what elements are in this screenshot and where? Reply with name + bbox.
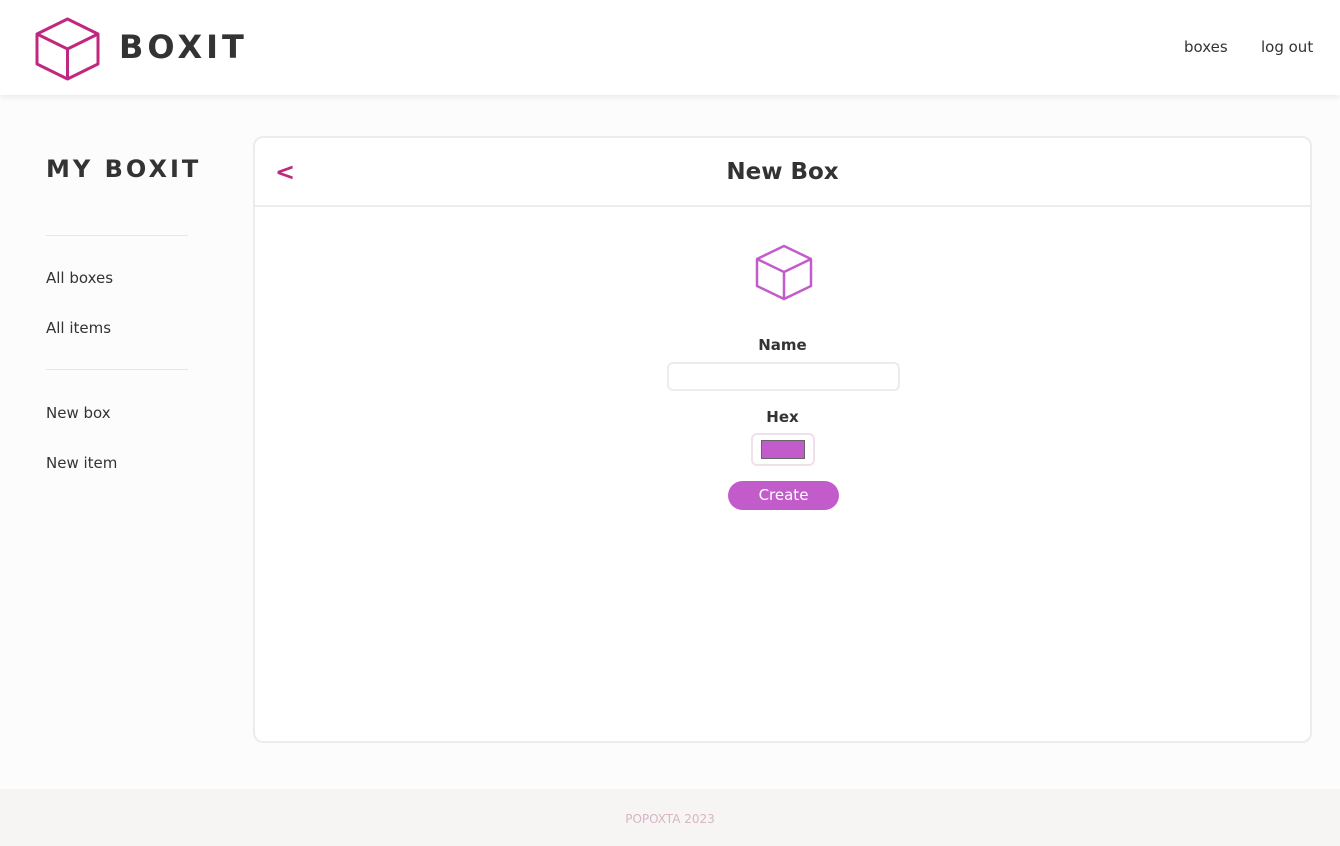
footer: POPOXTA 2023 <box>0 789 1340 846</box>
sidebar-item-new-box[interactable]: New box <box>46 403 111 423</box>
nav-boxes-link[interactable]: boxes <box>1184 37 1228 57</box>
top-header: BOXIT boxes log out <box>0 0 1340 95</box>
create-button[interactable]: Create <box>728 481 839 510</box>
brand-name[interactable]: BOXIT <box>119 28 248 66</box>
sidebar-item-new-item[interactable]: New item <box>46 453 117 473</box>
name-label: Name <box>758 336 807 354</box>
cube-logo-icon[interactable] <box>35 17 100 81</box>
sidebar-divider <box>46 235 188 236</box>
hex-label: Hex <box>766 408 799 426</box>
sidebar-title: MY BOXIT <box>46 155 202 183</box>
sidebar-item-all-boxes[interactable]: All boxes <box>46 268 113 288</box>
card-header: < New Box <box>255 138 1310 207</box>
footer-text: POPOXTA 2023 <box>625 812 715 826</box>
new-box-card: < New Box Name Hex Create <box>253 136 1312 743</box>
sidebar-divider <box>46 369 188 370</box>
cube-icon <box>755 244 813 301</box>
color-swatch <box>761 440 805 459</box>
nav-logout-link[interactable]: log out <box>1261 37 1313 57</box>
hex-color-picker[interactable] <box>751 433 815 466</box>
sidebar-item-all-items[interactable]: All items <box>46 318 111 338</box>
name-input[interactable] <box>667 362 900 391</box>
page-title: New Box <box>726 159 839 185</box>
